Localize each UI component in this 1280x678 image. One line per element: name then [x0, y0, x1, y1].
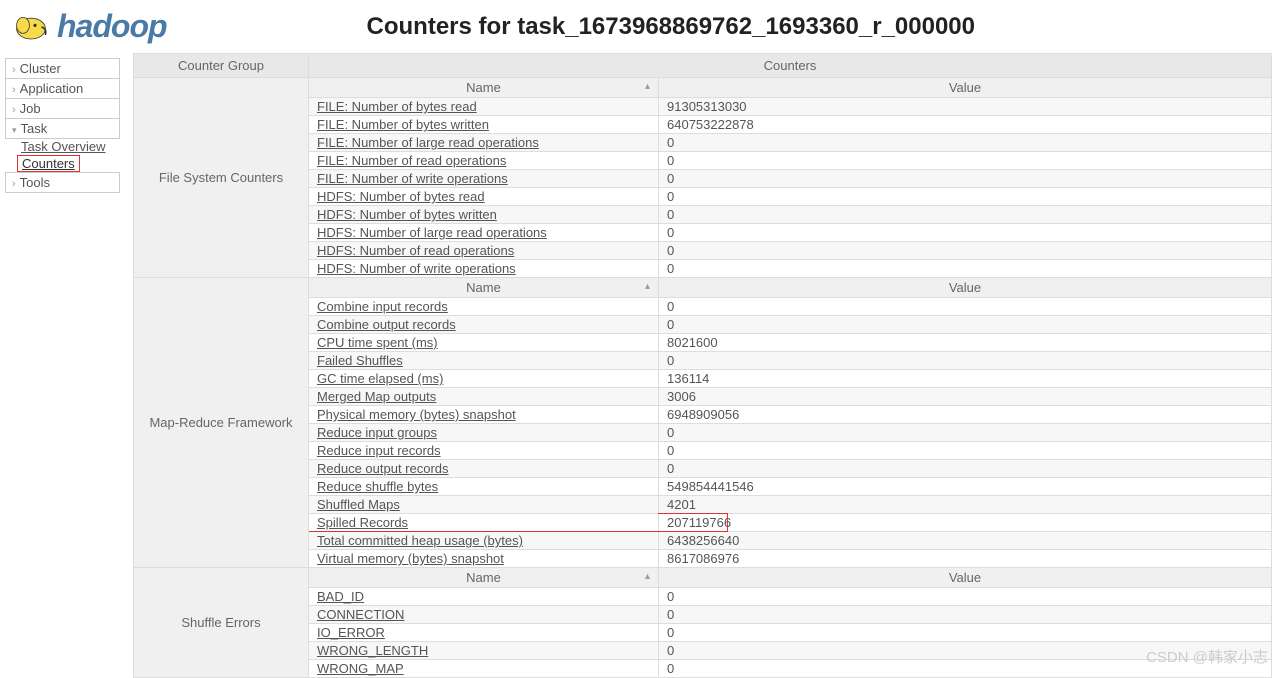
counter-link[interactable]: Reduce output records: [317, 461, 449, 476]
counter-link[interactable]: BAD_ID: [317, 589, 364, 604]
th-counter-group[interactable]: Counter Group: [134, 54, 309, 78]
counter-value: 136114: [659, 370, 1272, 388]
counter-link[interactable]: Failed Shuffles: [317, 353, 403, 368]
counter-link[interactable]: FILE: Number of large read operations: [317, 135, 539, 150]
th-value[interactable]: Value: [659, 278, 1272, 298]
logo-text: hadoop: [57, 8, 167, 45]
counter-value: 91305313030: [659, 98, 1272, 116]
counter-link[interactable]: FILE: Number of bytes read: [317, 99, 477, 114]
main-content: Counter Group Counters File System Count…: [125, 53, 1280, 678]
counter-link[interactable]: Spilled Records: [317, 515, 408, 530]
counter-value: 0: [659, 606, 1272, 624]
counter-link[interactable]: Reduce input groups: [317, 425, 437, 440]
counter-value: 0: [659, 152, 1272, 170]
counter-link[interactable]: Total committed heap usage (bytes): [317, 533, 523, 548]
sidebar-sub-counters[interactable]: Counters: [17, 155, 80, 172]
page-title: Counters for task_1673968869762_1693360_…: [367, 13, 975, 41]
counter-link[interactable]: CONNECTION: [317, 607, 404, 622]
hadoop-elephant-icon: [10, 11, 52, 43]
th-name[interactable]: Name▴: [309, 78, 659, 98]
counter-link[interactable]: FILE: Number of write operations: [317, 171, 508, 186]
counter-link[interactable]: Combine output records: [317, 317, 456, 332]
counter-link[interactable]: HDFS: Number of write operations: [317, 261, 516, 276]
counter-value: 0: [659, 242, 1272, 260]
th-value[interactable]: Value: [659, 568, 1272, 588]
counter-link[interactable]: Shuffled Maps: [317, 497, 400, 512]
counter-value: 8021600: [659, 334, 1272, 352]
counter-value: 0: [659, 206, 1272, 224]
logo[interactable]: hadoop: [10, 8, 167, 45]
counter-link[interactable]: WRONG_LENGTH: [317, 643, 428, 658]
counter-link[interactable]: HDFS: Number of bytes read: [317, 189, 485, 204]
counter-link[interactable]: FILE: Number of bytes written: [317, 117, 489, 132]
counter-value: 207119766: [659, 514, 1272, 532]
counter-value: 8617086976: [659, 550, 1272, 568]
counter-link[interactable]: GC time elapsed (ms): [317, 371, 443, 386]
counter-value: 0: [659, 316, 1272, 334]
th-name[interactable]: Name▴: [309, 568, 659, 588]
watermark: CSDN @韩家小志: [1146, 646, 1268, 667]
counter-value: 3006: [659, 388, 1272, 406]
counter-link[interactable]: Physical memory (bytes) snapshot: [317, 407, 516, 422]
counter-link[interactable]: Reduce input records: [317, 443, 441, 458]
page-header: hadoop Counters for task_1673968869762_1…: [0, 0, 1280, 53]
group-cell: Map-Reduce Framework: [134, 278, 309, 568]
counter-link[interactable]: HDFS: Number of large read operations: [317, 225, 547, 240]
counter-value: 549854441546: [659, 478, 1272, 496]
counter-value: 0: [659, 588, 1272, 606]
sidebar-sub-task-overview[interactable]: Task Overview: [5, 138, 120, 155]
counter-value: 0: [659, 170, 1272, 188]
counters-table: Counter Group Counters File System Count…: [133, 53, 1272, 678]
counter-link[interactable]: Reduce shuffle bytes: [317, 479, 438, 494]
counter-link[interactable]: FILE: Number of read operations: [317, 153, 506, 168]
counter-link[interactable]: IO_ERROR: [317, 625, 385, 640]
counter-value: 640753222878: [659, 116, 1272, 134]
counter-value: 0: [659, 442, 1272, 460]
counter-value: 0: [659, 424, 1272, 442]
counter-value: 0: [659, 224, 1272, 242]
th-name[interactable]: Name▴: [309, 278, 659, 298]
sidebar-item-application[interactable]: Application: [5, 78, 120, 99]
th-value[interactable]: Value: [659, 78, 1272, 98]
counter-link[interactable]: HDFS: Number of read operations: [317, 243, 514, 258]
counter-value: 0: [659, 260, 1272, 278]
sidebar: ClusterApplicationJobTaskTask OverviewCo…: [0, 53, 125, 678]
counter-link[interactable]: Combine input records: [317, 299, 448, 314]
counter-value: 0: [659, 352, 1272, 370]
group-cell: File System Counters: [134, 78, 309, 278]
counter-link[interactable]: Virtual memory (bytes) snapshot: [317, 551, 504, 566]
counter-link[interactable]: CPU time spent (ms): [317, 335, 438, 350]
counter-value: 6438256640: [659, 532, 1272, 550]
counter-value: 4201: [659, 496, 1272, 514]
counter-link[interactable]: Merged Map outputs: [317, 389, 436, 404]
sidebar-item-tools[interactable]: Tools: [5, 172, 120, 193]
sidebar-item-task[interactable]: Task: [5, 118, 120, 139]
counter-value: 0: [659, 134, 1272, 152]
sidebar-item-job[interactable]: Job: [5, 98, 120, 119]
counter-value: 0: [659, 460, 1272, 478]
counter-link[interactable]: WRONG_MAP: [317, 661, 404, 676]
counter-value: 0: [659, 624, 1272, 642]
counter-link[interactable]: HDFS: Number of bytes written: [317, 207, 497, 222]
sidebar-item-cluster[interactable]: Cluster: [5, 58, 120, 79]
counter-value: 0: [659, 188, 1272, 206]
counter-value: 6948909056: [659, 406, 1272, 424]
th-counters: Counters: [309, 54, 1272, 78]
group-cell: Shuffle Errors: [134, 568, 309, 678]
counter-value: 0: [659, 298, 1272, 316]
